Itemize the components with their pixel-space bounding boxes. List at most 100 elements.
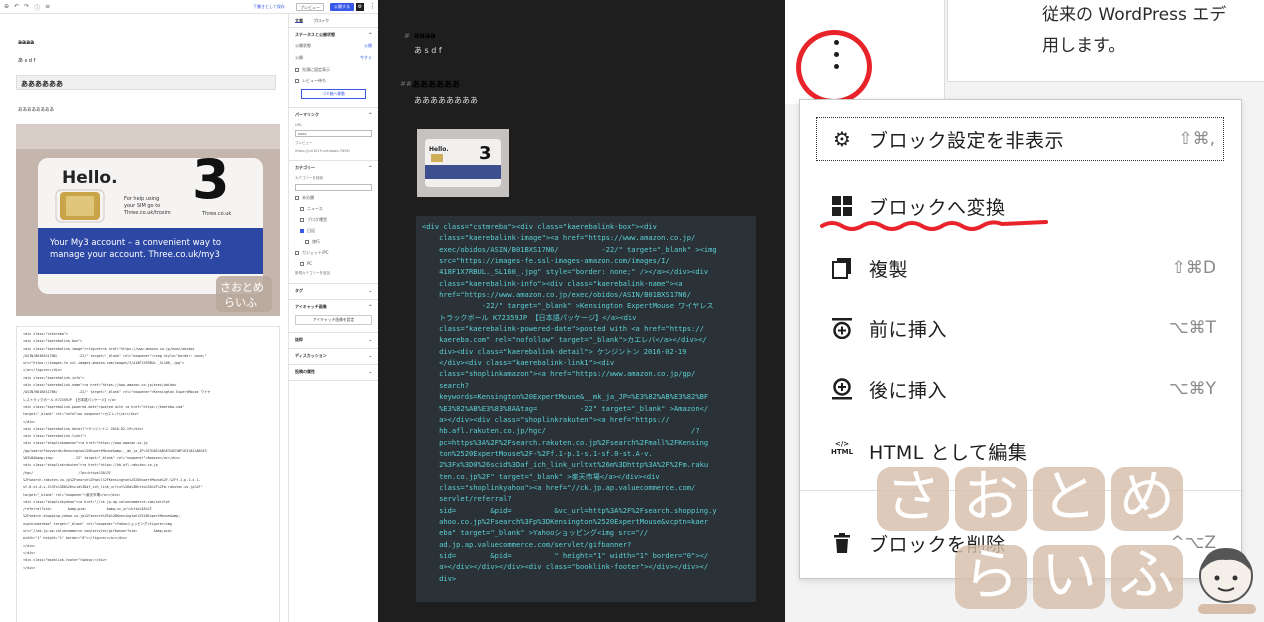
attributes-section-toggle[interactable]: 投稿の属性 ⌄ [295, 369, 372, 375]
category-checkbox[interactable] [295, 251, 299, 255]
code-line: ton%2520ExpertMouse%2F-%2Ff.1-p.1-s.1-sf… [422, 448, 653, 458]
html-icon-label: HTML [831, 448, 854, 456]
code-line: </div> [23, 550, 36, 555]
paragraph-block[interactable]: あ s d f [18, 57, 35, 64]
watermark-char: い [1033, 545, 1105, 609]
code-line: <div class="kaerebalink-link1"> [23, 434, 87, 439]
code-line: -22/" target="_blank" >Kensington Expert… [422, 301, 714, 311]
code-view-paragraph[interactable]: あ s d f [414, 45, 442, 56]
add-category-link[interactable]: 新規カテゴリーを追加 [295, 271, 372, 276]
code-line: target="_blank" rel="nofollow noopener">… [23, 412, 139, 417]
discussion-section-toggle[interactable]: ディスカッション ⌄ [295, 353, 372, 359]
chevron-up-icon: ^ [368, 112, 372, 117]
eyecatch-section-toggle[interactable]: アイキャッチ画像 ^ [295, 304, 372, 310]
category-checkbox[interactable] [305, 240, 309, 244]
stick-checkbox[interactable] [295, 68, 299, 72]
menu-item-insert-after[interactable]: 後に挿入 ⌥⌘Y [799, 364, 1242, 414]
publish-date-link[interactable]: 今すぐ [360, 55, 372, 61]
sim-card-image[interactable]: Hello. 3 For help using your SIM go to T… [16, 124, 280, 316]
red-underline-annotation [820, 220, 1048, 231]
code-view-heading-2[interactable]: ああああああ [412, 79, 460, 90]
insert-before-icon [831, 317, 853, 340]
settings-gear-icon[interactable]: ⚙ [356, 3, 364, 11]
paragraph-block-2[interactable]: ああああああああ [18, 107, 54, 113]
category-checkbox[interactable] [295, 196, 299, 200]
category-checkbox[interactable] [300, 261, 304, 266]
code-line: class="shoplinkamazon"><a href="https://… [422, 369, 696, 379]
more-menu-icon[interactable]: ⋮ [369, 2, 376, 10]
menu-item-insert-before[interactable]: 前に挿入 ⌥⌘T [799, 303, 1242, 353]
preview-button[interactable]: プレビュー [296, 3, 324, 11]
category-item[interactable]: 未分類 [295, 195, 372, 201]
code-line: <div class="shoplinkamazon"><a href="htt… [23, 441, 148, 446]
publish-label: 公開 [295, 55, 303, 60]
code-editor-html[interactable]: <div class="cstmreba"><div class="kaereb… [416, 216, 756, 602]
review-checkbox[interactable] [295, 79, 299, 83]
redo-icon[interactable]: ↷ [24, 3, 29, 12]
menu-item-shortcut: ⌥⌘Y [1169, 379, 1216, 399]
selected-heading-block[interactable]: ああああああ [16, 75, 276, 90]
stick-checkbox-row[interactable]: 先頭に固定表示 [295, 67, 372, 73]
permalink-title: パーマリンク [295, 112, 319, 117]
permalink-section-toggle[interactable]: パーマリンク ^ [295, 112, 372, 118]
category-checkbox[interactable] [300, 229, 304, 233]
list-view-icon[interactable]: ≡ [45, 3, 50, 12]
tag-section[interactable]: タグ ⌄ [289, 284, 378, 300]
excerpt-title: 抜粋 [295, 337, 303, 342]
set-eyecatch-button[interactable]: アイキャッチ画像を設定 [295, 315, 372, 325]
code-line: class="kaerebalink-powered-date">posted … [422, 324, 704, 334]
tag-section-toggle[interactable]: タグ ⌄ [295, 288, 372, 294]
heading-2-text[interactable]: ああああああ [21, 79, 63, 89]
notice-line-1: 従来の WordPress エデ [1042, 5, 1227, 25]
tab-block[interactable]: ブロック [313, 18, 329, 23]
category-checkbox[interactable] [300, 218, 304, 222]
category-section-toggle[interactable]: カテゴリー ^ [295, 165, 372, 171]
category-item[interactable]: PC [295, 261, 372, 266]
excerpt-section-toggle[interactable]: 抜粋 ⌄ [295, 337, 372, 343]
chevron-up-icon: ^ [368, 165, 372, 170]
code-line: target="_blank" rel="noopener">楽天市場</a><… [23, 492, 121, 497]
attributes-section[interactable]: 投稿の属性 ⌄ [289, 365, 378, 381]
code-line: /gp/search?keywords=Kensington%20ExpertM… [23, 448, 207, 453]
undo-icon[interactable]: ↶ [14, 3, 19, 12]
code-view-image-thumbnail[interactable]: Hello. 3 [417, 129, 509, 197]
category-item[interactable]: ブログ運営 [295, 217, 372, 223]
code-line: /ASIN/B01BXS17N6/ -22/" target="_blank" … [23, 353, 207, 358]
html-code-block[interactable]: <div class="cstmreba"> <div class="kaereb… [16, 326, 280, 622]
code-view-heading[interactable]: aaaa [414, 31, 436, 40]
add-block-icon[interactable]: ⊕ [4, 3, 9, 12]
publish-button[interactable]: 公開する [330, 3, 354, 11]
heading-block[interactable]: aaaa [18, 39, 34, 46]
trash-icon [831, 532, 853, 554]
category-item[interactable]: ガジェット/PC [295, 250, 372, 256]
save-draft-link[interactable]: 下書きとして保存 [253, 4, 285, 10]
tab-document[interactable]: 文書 [295, 18, 303, 23]
watermark-char: と [1033, 467, 1105, 531]
chevron-up-icon: ^ [368, 304, 372, 309]
visibility-link[interactable]: 公開 [364, 43, 372, 49]
code-lines: <div class="cstmreba"> <div class="kaereb… [23, 331, 273, 572]
discussion-section[interactable]: ディスカッション ⌄ [289, 349, 378, 365]
status-section-toggle[interactable]: ステータスと公開状態 ^ [295, 32, 372, 38]
code-line: eba" target="_blank" >Yahooショッピング<img sr… [422, 528, 649, 538]
code-view-paragraph-2[interactable]: ああああああああ [414, 95, 478, 106]
menu-item-hide-block-settings[interactable]: ⚙ ブロック設定を非表示 ⇧⌘, [813, 114, 1227, 164]
settings-sidebar: 文書 ブロック ステータスと公開状態 ^ 公開状態 公開 公開 今すぐ 先頭に固定表示… [288, 14, 378, 622]
code-line: sid= &pid= &vc_url=http%3A%2F%2Fsearch.s… [422, 505, 717, 515]
trash-button[interactable]: ゴミ箱へ移動 [301, 89, 366, 99]
category-checkbox[interactable] [300, 207, 304, 211]
menu-item-duplicate[interactable]: 複製 ⇧⌘D [799, 243, 1242, 293]
notice-line-2: 用します。 [1042, 36, 1126, 56]
svg-text:manage your account. Three.co.: manage your account. Three.co.uk/my3 [50, 250, 220, 260]
category-item[interactable]: ニュース [295, 206, 372, 212]
review-checkbox-row[interactable]: レビュー待ち [295, 78, 372, 84]
category-label: 旅行 [312, 239, 320, 244]
category-item[interactable]: 日記 [295, 228, 372, 234]
url-slug-input[interactable]: aaaa [295, 130, 372, 137]
category-item[interactable]: 旅行 [295, 239, 372, 245]
excerpt-section[interactable]: 抜粋 ⌄ [289, 333, 378, 349]
info-icon[interactable]: ⓘ [34, 3, 40, 12]
permalink-preview-link[interactable]: https://jun1019.net/aaaa-7658/ [295, 149, 372, 153]
category-search-input[interactable] [295, 184, 372, 191]
code-line: search? [422, 380, 469, 390]
